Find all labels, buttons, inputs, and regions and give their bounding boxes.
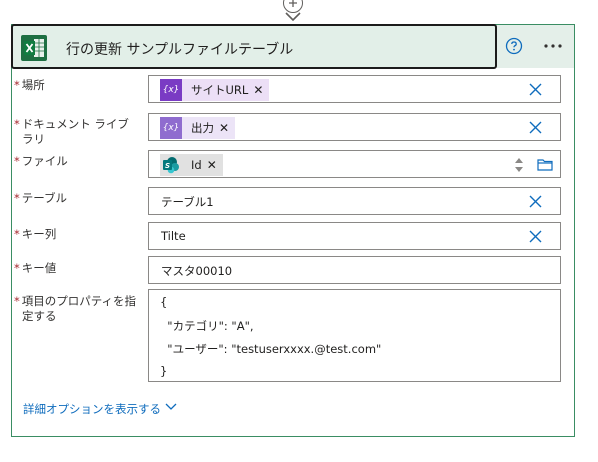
item-properties-label-line2: 定する bbox=[22, 309, 57, 323]
document-library-label-line1: ドキュメント ライブ bbox=[21, 117, 129, 131]
flow-canvas: 行の更新 サンプルファイルテーブル * 場所 {x} サイトURL ✕ * ドキ… bbox=[0, 0, 598, 462]
key-column-field[interactable]: Tilte bbox=[148, 222, 561, 250]
card-header-title-area[interactable]: 行の更新 サンプルファイルテーブル bbox=[11, 24, 497, 69]
file-label-text: ファイル bbox=[21, 154, 68, 168]
folder-icon[interactable] bbox=[537, 158, 553, 171]
dynamic-token[interactable]: {x} サイトURL ✕ bbox=[160, 79, 270, 101]
clear-icon[interactable] bbox=[529, 83, 542, 96]
dynamic-token[interactable]: S Id ✕ bbox=[160, 154, 223, 176]
remove-token-icon[interactable]: ✕ bbox=[219, 121, 235, 135]
required-marker: * bbox=[14, 78, 20, 92]
spinner-arrows-icon[interactable] bbox=[513, 155, 525, 175]
key-column-label-text: キー列 bbox=[21, 227, 57, 241]
remove-token-icon[interactable]: ✕ bbox=[253, 83, 269, 97]
variable-icon: {x} bbox=[160, 79, 182, 101]
clear-icon[interactable] bbox=[529, 121, 542, 134]
item-properties-label: * 項目のプロパティを指 定する bbox=[14, 294, 136, 324]
token-label: Id bbox=[191, 158, 202, 172]
token-label: 出力 bbox=[191, 121, 214, 135]
card-title: 行の更新 サンプルファイルテーブル bbox=[66, 42, 294, 58]
key-column-label: * キー列 bbox=[14, 227, 56, 242]
key-value-label: * キー値 bbox=[14, 261, 56, 276]
required-marker: * bbox=[14, 261, 20, 275]
plus-icon bbox=[289, 0, 297, 7]
document-library-field[interactable]: {x} 出力 ✕ bbox=[148, 113, 561, 141]
file-label: * ファイル bbox=[14, 154, 68, 169]
json-line: "カテゴリ": "A", bbox=[160, 319, 254, 333]
clear-icon[interactable] bbox=[529, 195, 542, 208]
key-value-value: マスタ00010 bbox=[161, 264, 233, 278]
clear-icon[interactable] bbox=[529, 230, 542, 243]
item-properties-label-line1: 項目のプロパティを指 bbox=[21, 294, 137, 308]
location-label: * 場所 bbox=[14, 78, 45, 93]
document-library-label: * ドキュメント ライブ ラリ bbox=[14, 117, 129, 147]
required-marker: * bbox=[14, 191, 20, 205]
chevron-down-icon[interactable] bbox=[165, 403, 177, 411]
key-value-field[interactable]: マスタ00010 bbox=[148, 256, 561, 284]
file-field[interactable]: S Id ✕ bbox=[148, 150, 561, 178]
document-library-label-line2: ラリ bbox=[22, 132, 45, 146]
table-label-text: テーブル bbox=[21, 191, 68, 205]
table-value: テーブル1 bbox=[161, 195, 214, 209]
key-value-label-text: キー値 bbox=[21, 261, 57, 275]
location-field[interactable]: {x} サイトURL ✕ bbox=[148, 75, 561, 103]
dynamic-token[interactable]: {x} 出力 ✕ bbox=[160, 117, 236, 139]
more-options-icon[interactable] bbox=[542, 35, 564, 57]
key-column-value: Tilte bbox=[161, 229, 186, 243]
item-properties-editor[interactable]: { "カテゴリ": "A", "ユーザー": "testuserxxxx.@te… bbox=[148, 289, 561, 382]
table-label: * テーブル bbox=[14, 191, 67, 206]
sharepoint-icon: S bbox=[160, 154, 182, 176]
arrow-down-icon bbox=[285, 12, 301, 22]
show-advanced-options-link[interactable]: 詳細オプションを表示する bbox=[23, 401, 161, 417]
svg-text:S: S bbox=[165, 162, 170, 170]
json-line: } bbox=[160, 364, 168, 378]
required-marker: * bbox=[14, 117, 20, 131]
token-label: サイトURL bbox=[191, 83, 249, 97]
required-marker: * bbox=[14, 154, 20, 168]
excel-icon bbox=[21, 35, 47, 61]
variable-icon: {x} bbox=[160, 117, 182, 139]
required-marker: * bbox=[14, 294, 20, 308]
table-field[interactable]: テーブル1 bbox=[148, 187, 561, 215]
remove-token-icon[interactable]: ✕ bbox=[207, 158, 223, 172]
json-line: "ユーザー": "testuserxxxx.@test.com" bbox=[160, 342, 382, 356]
location-label-text: 場所 bbox=[21, 78, 45, 92]
help-icon[interactable] bbox=[505, 37, 523, 55]
json-line: { bbox=[160, 295, 168, 309]
card-header: 行の更新 サンプルファイルテーブル bbox=[11, 24, 574, 69]
required-marker: * bbox=[14, 227, 20, 241]
